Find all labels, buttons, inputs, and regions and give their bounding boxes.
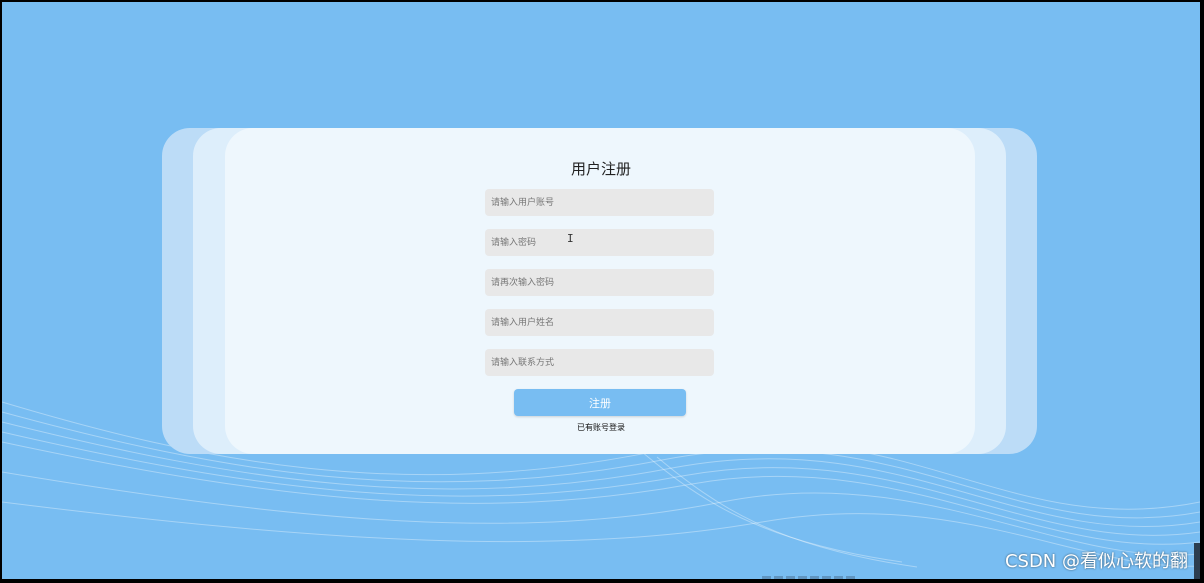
toolbar-icon [822,576,831,579]
username-input[interactable] [485,189,714,216]
toolbar-icon [846,576,855,579]
scroll-handle[interactable] [1194,543,1200,579]
real-name-input[interactable] [485,309,714,336]
toolbar-icon [762,576,771,579]
login-link[interactable]: 已有账号登录 [2,422,1200,433]
toolbar-icon [810,576,819,579]
toolbar-icon [786,576,795,579]
toolbar-icon [834,576,843,579]
page-background: 用户注册 I 注册 已有账号登录 CSDN @看似心软的翻 [2,2,1200,579]
confirm-password-input[interactable] [485,269,714,296]
password-input[interactable] [485,229,714,256]
text-cursor-icon: I [567,232,574,245]
register-button[interactable]: 注册 [514,389,686,416]
watermark: CSDN @看似心软的翻 [1004,551,1188,572]
page-title: 用户注册 [570,160,631,178]
toolbar-icon [774,576,783,579]
toolbar-icon [798,576,807,579]
toolbar-strip [762,569,892,579]
contact-input[interactable] [485,349,714,376]
